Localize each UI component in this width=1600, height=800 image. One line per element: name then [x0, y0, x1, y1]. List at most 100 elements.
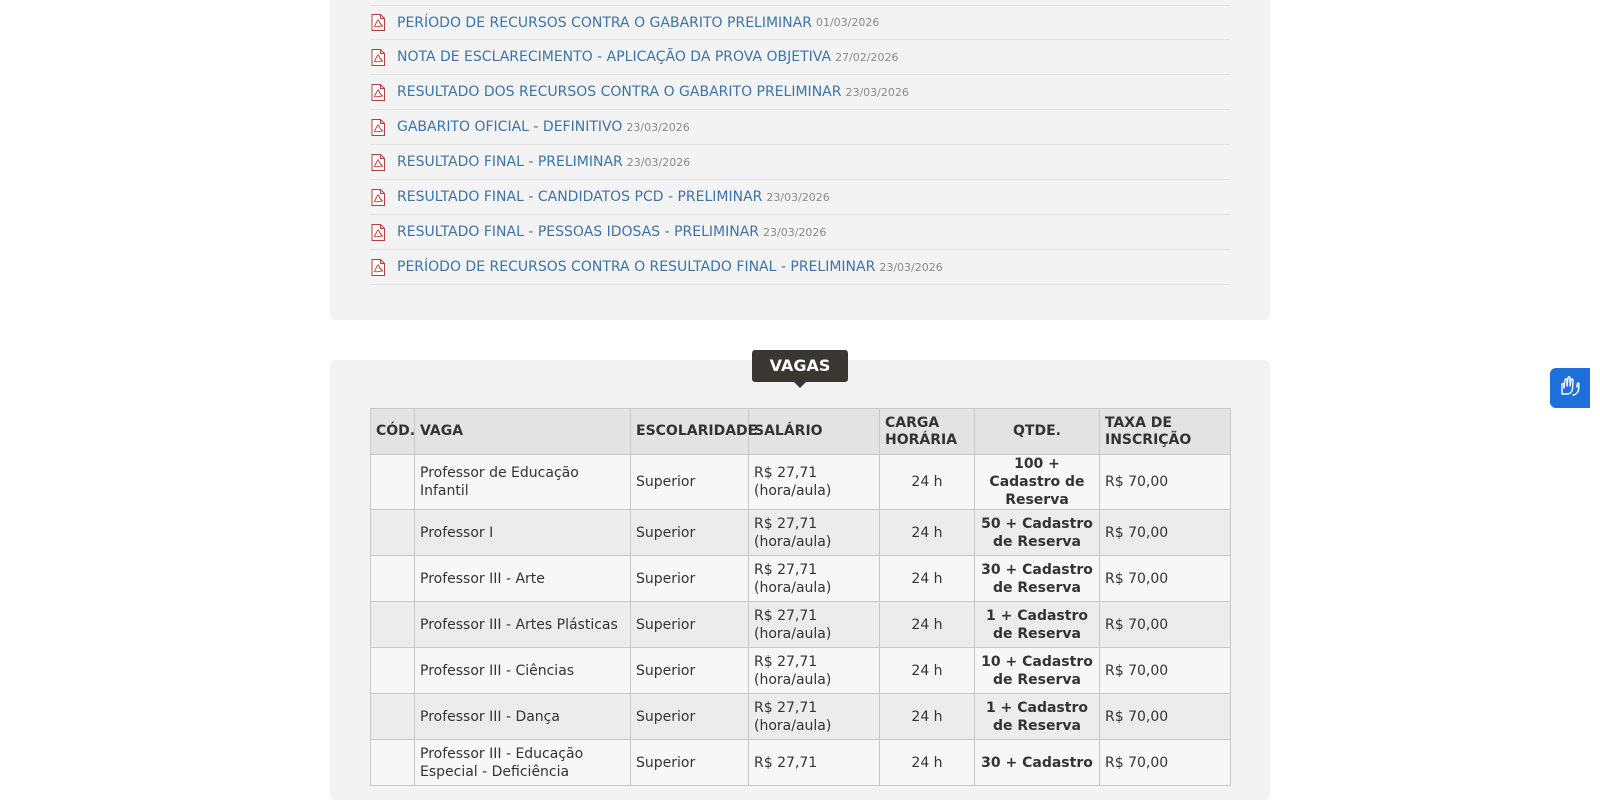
document-link[interactable]: PERÍODO DE RECURSOS CONTRA O GABARITO PR… — [397, 15, 812, 31]
pdf-icon — [371, 188, 385, 206]
cell-qtde: 1 + Cadastro de Reserva — [974, 601, 1100, 648]
cell-cod — [370, 509, 415, 556]
cell-vaga: Professor III - Dança — [414, 693, 631, 740]
cell-salario: R$ 27,71 — [748, 739, 880, 786]
cell-vaga: Professor III - Ciências — [414, 647, 631, 694]
cell-vaga: Professor I — [414, 509, 631, 556]
cell-salario: R$ 27,71 (hora/aula) — [748, 647, 880, 694]
document-list: PERÍODO DE RECURSOS CONTRA O GABARITO PR… — [370, 5, 1230, 285]
table-row: Professor III - Dança Superior R$ 27,71 … — [370, 693, 1231, 740]
document-item: RESULTADO FINAL - CANDIDATOS PCD - PRELI… — [370, 180, 1230, 215]
cell-vaga: Professor III - Educação Especial - Defi… — [414, 739, 631, 786]
cell-qtde: 30 + Cadastro — [974, 739, 1100, 786]
cell-carga-horaria: 24 h — [879, 601, 975, 648]
cell-carga-horaria: 24 h — [879, 509, 975, 556]
document-item: PERÍODO DE RECURSOS CONTRA O GABARITO PR… — [370, 5, 1230, 40]
document-link[interactable]: RESULTADO DOS RECURSOS CONTRA O GABARITO… — [397, 84, 841, 100]
cell-salario: R$ 27,71 (hora/aula) — [748, 693, 880, 740]
table-header-row: CÓD. VAGA ESCOLARIDADE SALÁRIO CARGA HOR… — [370, 408, 1231, 455]
document-item: RESULTADO DOS RECURSOS CONTRA O GABARITO… — [370, 75, 1230, 110]
pdf-icon — [371, 223, 385, 241]
cell-escolaridade: Superior — [630, 601, 749, 648]
cell-cod — [370, 647, 415, 694]
document-date: 23/03/2026 — [879, 260, 943, 274]
cell-taxa: R$ 70,00 — [1099, 454, 1231, 510]
table-row: Professor de Educação Infantil Superior … — [370, 454, 1231, 510]
header-qtde: QTDE. — [974, 408, 1100, 455]
cell-escolaridade: Superior — [630, 739, 749, 786]
vagas-panel: VAGAS CÓD. VAGA ESCOLARIDADE SALÁRIO CAR… — [330, 350, 1270, 800]
table-row: Professor III - Ciências Superior R$ 27,… — [370, 647, 1231, 694]
header-salario: SALÁRIO — [748, 408, 880, 455]
cell-cod — [370, 555, 415, 602]
vagas-table: CÓD. VAGA ESCOLARIDADE SALÁRIO CARGA HOR… — [370, 408, 1231, 786]
header-carga-horaria: CARGA HORÁRIA — [879, 408, 975, 455]
document-date: 01/03/2026 — [815, 16, 880, 29]
cell-carga-horaria: 24 h — [879, 454, 975, 510]
document-item: RESULTADO FINAL - PESSOAS IDOSAS - PRELI… — [370, 215, 1230, 250]
cell-cod — [370, 601, 415, 648]
header-taxa-inscricao: TAXA DE INSCRIÇÃO — [1099, 408, 1231, 455]
table-row: Professor III - Educação Especial - Defi… — [370, 739, 1231, 786]
pdf-icon — [371, 14, 385, 31]
cell-taxa: R$ 70,00 — [1099, 739, 1231, 786]
cell-taxa: R$ 70,00 — [1099, 509, 1231, 556]
cell-salario: R$ 27,71 (hora/aula) — [748, 454, 880, 510]
cell-salario: R$ 27,71 (hora/aula) — [748, 555, 880, 602]
cell-vaga: Professor III - Artes Plásticas — [414, 601, 631, 648]
cell-cod — [370, 693, 415, 740]
pdf-icon — [371, 153, 385, 171]
cell-cod — [370, 739, 415, 786]
documents-panel: PERÍODO DE RECURSOS CONTRA O GABARITO PR… — [330, 0, 1270, 320]
accessibility-widget-button[interactable] — [1550, 368, 1590, 408]
vagas-heading: VAGAS — [752, 350, 848, 388]
table-row: Professor I Superior R$ 27,71 (hora/aula… — [370, 509, 1231, 556]
cell-escolaridade: Superior — [630, 555, 749, 602]
cell-escolaridade: Superior — [630, 647, 749, 694]
cell-salario: R$ 27,71 (hora/aula) — [748, 509, 880, 556]
document-date: 23/03/2026 — [845, 85, 909, 99]
document-item: GABARITO OFICIAL - DEFINITIVO 23/03/2026 — [370, 110, 1230, 145]
cell-salario: R$ 27,71 (hora/aula) — [748, 601, 880, 648]
document-link[interactable]: RESULTADO FINAL - CANDIDATOS PCD - PRELI… — [397, 189, 762, 205]
cell-carga-horaria: 24 h — [879, 647, 975, 694]
cell-vaga: Professor de Educação Infantil — [414, 454, 631, 510]
pdf-icon — [371, 118, 385, 136]
document-link[interactable]: RESULTADO FINAL - PESSOAS IDOSAS - PRELI… — [397, 224, 759, 240]
header-vaga: VAGA — [414, 408, 631, 455]
cell-taxa: R$ 70,00 — [1099, 601, 1231, 648]
pdf-icon — [371, 258, 385, 276]
cell-taxa: R$ 70,00 — [1099, 555, 1231, 602]
document-date: 27/02/2026 — [835, 50, 899, 64]
table-row: Professor III - Arte Superior R$ 27,71 (… — [370, 555, 1231, 602]
document-date: 23/03/2026 — [626, 120, 690, 134]
header-cod: CÓD. — [370, 408, 415, 455]
cell-cod — [370, 454, 415, 510]
cell-escolaridade: Superior — [630, 509, 749, 556]
document-link[interactable]: RESULTADO FINAL - PRELIMINAR — [397, 154, 623, 170]
cell-taxa: R$ 70,00 — [1099, 647, 1231, 694]
cell-qtde: 50 + Cadastro de Reserva — [974, 509, 1100, 556]
document-link[interactable]: GABARITO OFICIAL - DEFINITIVO — [397, 119, 622, 135]
document-date: 23/03/2026 — [626, 155, 691, 169]
header-escolaridade: ESCOLARIDADE — [630, 408, 757, 455]
cell-qtde: 1 + Cadastro de Reserva — [974, 693, 1100, 740]
cell-escolaridade: Superior — [630, 693, 749, 740]
pdf-icon — [371, 83, 385, 101]
pdf-icon — [371, 48, 385, 66]
cell-escolaridade: Superior — [630, 454, 749, 510]
cell-carga-horaria: 24 h — [879, 555, 975, 602]
document-item: NOTA DE ESCLARECIMENTO - APLICAÇÃO DA PR… — [370, 40, 1230, 75]
cell-qtde: 30 + Cadastro de Reserva — [974, 555, 1100, 602]
document-date: 23/03/2026 — [763, 225, 827, 239]
document-date: 23/03/2026 — [766, 190, 830, 204]
cell-carga-horaria: 24 h — [879, 693, 975, 740]
cell-vaga: Professor III - Arte — [414, 555, 631, 602]
table-row: Professor III - Artes Plásticas Superior… — [370, 601, 1231, 648]
document-link[interactable]: PERÍODO DE RECURSOS CONTRA O RESULTADO F… — [397, 259, 875, 275]
document-link[interactable]: NOTA DE ESCLARECIMENTO - APLICAÇÃO DA PR… — [397, 49, 831, 65]
cell-qtde: 10 + Cadastro de Reserva — [974, 647, 1100, 694]
hands-sign-language-icon — [1558, 374, 1582, 402]
document-item: RESULTADO FINAL - PRELIMINAR 23/03/2026 — [370, 145, 1230, 180]
document-item: PERÍODO DE RECURSOS CONTRA O RESULTADO F… — [370, 250, 1230, 285]
